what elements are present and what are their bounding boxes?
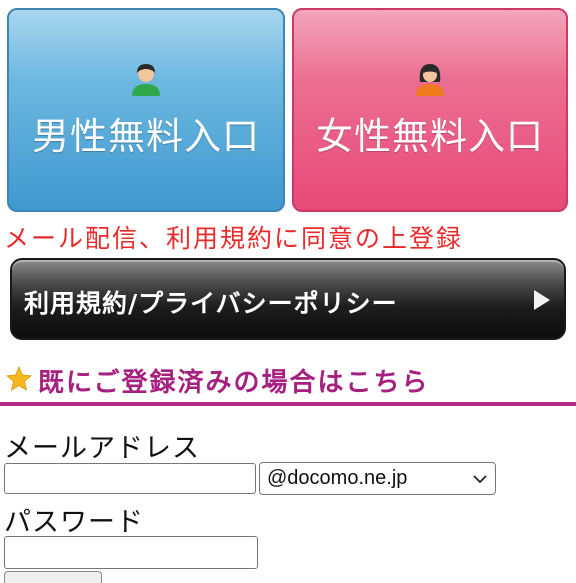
male-entry-label: 男性無料入口 xyxy=(32,115,260,158)
play-arrow-icon xyxy=(534,290,550,310)
login-section-header: 既にご登録済みの場合はこちら xyxy=(0,360,576,406)
email-input[interactable] xyxy=(4,463,256,494)
email-label: メールアドレス xyxy=(4,433,200,464)
female-free-entry-button[interactable]: 女性無料入口 xyxy=(292,8,568,212)
password-input[interactable] xyxy=(4,536,258,569)
male-free-entry-button[interactable]: 男性無料入口 xyxy=(7,8,285,212)
chevron-down-icon xyxy=(473,475,487,484)
male-person-icon xyxy=(132,64,160,96)
email-domain-select[interactable]: @docomo.ne.jp xyxy=(259,462,496,495)
login-section-title: 既にご登録済みの場合はこちら xyxy=(38,368,430,398)
terms-privacy-policy-label: 利用規約/プライバシーポリシー xyxy=(24,289,398,318)
login-button[interactable] xyxy=(4,571,102,583)
female-person-icon xyxy=(416,64,444,96)
agreement-notice: メール配信、利用規約に同意の上登録 xyxy=(4,224,464,253)
star-icon xyxy=(6,366,32,391)
terms-privacy-policy-button[interactable]: 利用規約/プライバシーポリシー xyxy=(10,258,566,340)
password-label: パスワード xyxy=(4,507,144,538)
female-entry-label: 女性無料入口 xyxy=(316,115,544,158)
email-domain-value: @docomo.ne.jp xyxy=(267,467,408,489)
